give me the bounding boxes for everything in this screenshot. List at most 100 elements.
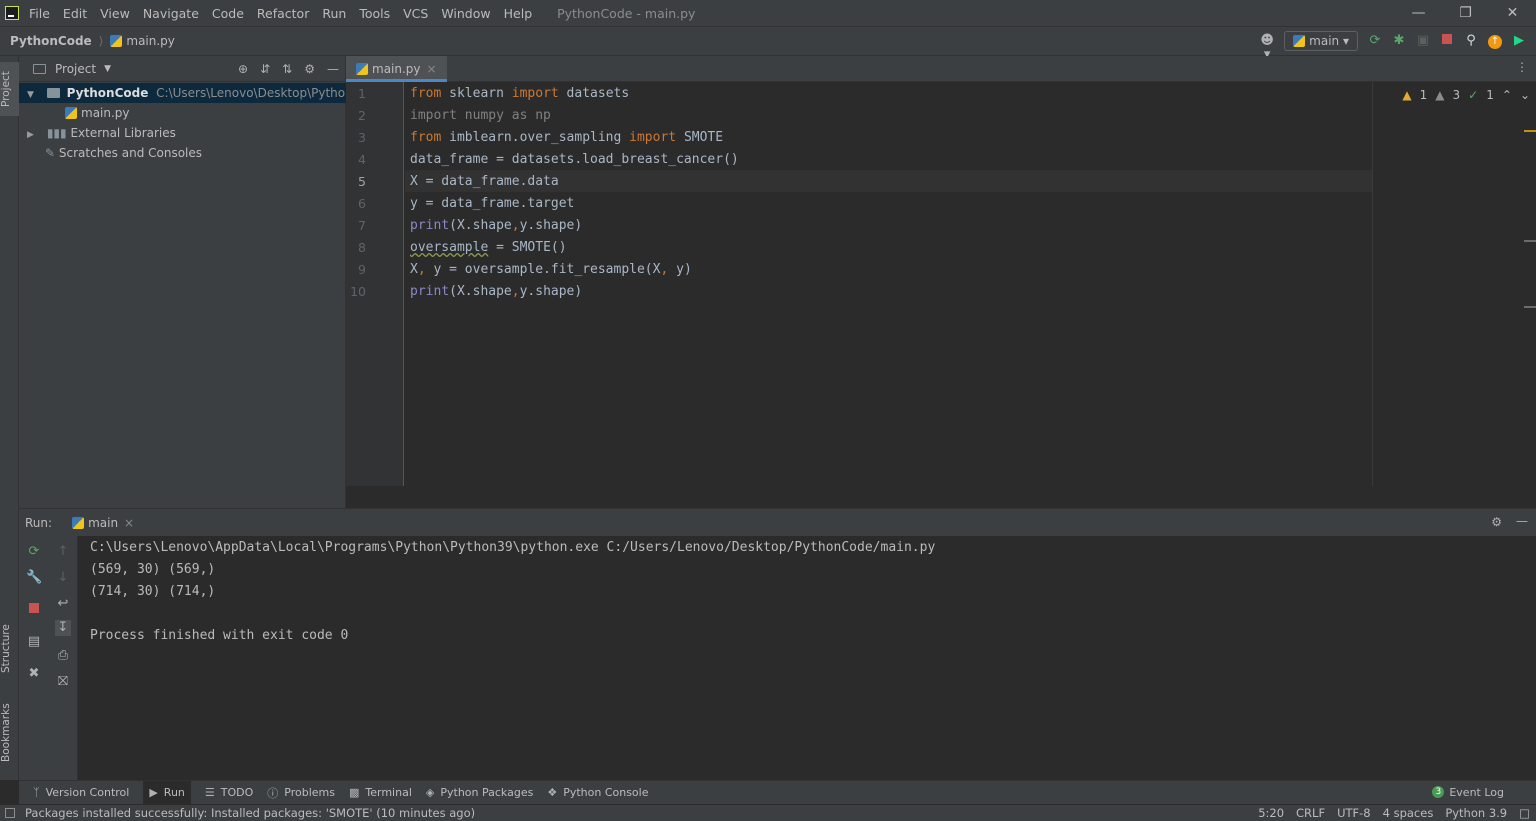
pin-icon[interactable]: ✖ <box>26 666 42 682</box>
weak-warning-marker[interactable] <box>1524 306 1536 308</box>
code-line: print(X.shape,y.shape) <box>410 215 582 237</box>
run-console[interactable]: C:\Users\Lenovo\AppData\Local\Programs\P… <box>78 536 1536 780</box>
locate-icon[interactable]: ⊕ <box>238 62 248 76</box>
tree-item-external-libraries[interactable]: ▶ ▮▮▮ External Libraries <box>19 123 346 143</box>
menu-window[interactable]: Window <box>441 6 490 21</box>
project-tool-tab[interactable]: Project <box>0 62 19 116</box>
code-token: X <box>410 262 418 277</box>
rerun-icon[interactable]: ⟳ <box>1368 34 1382 48</box>
stop-icon[interactable] <box>1440 34 1454 48</box>
typo-check-icon: ✓ <box>1468 88 1479 102</box>
warning-marker[interactable] <box>1524 130 1536 132</box>
line-number: 2 <box>358 108 366 123</box>
tree-item-scratches[interactable]: ✎ Scratches and Consoles <box>19 143 346 163</box>
python-interpreter[interactable]: Python 3.9 <box>1445 805 1507 821</box>
layout-icon[interactable]: ▤ <box>26 634 42 650</box>
menu-refactor[interactable]: Refactor <box>257 6 309 21</box>
code-token: datasets <box>558 86 630 101</box>
run-tab-main[interactable]: main × <box>72 516 134 530</box>
menu-help[interactable]: Help <box>504 6 533 21</box>
menu-navigate[interactable]: Navigate <box>143 6 199 21</box>
gear-icon[interactable]: ⚙ <box>304 62 315 76</box>
hide-icon[interactable]: — <box>327 62 339 76</box>
tab-main-py[interactable]: main.py × <box>346 56 447 82</box>
breadcrumb-project[interactable]: PythonCode <box>10 34 92 48</box>
info-icon: ⓘ <box>267 786 279 800</box>
menu-view[interactable]: View <box>100 6 130 21</box>
weak-warning-marker[interactable] <box>1524 240 1536 242</box>
run-config-select[interactable]: main ▾ <box>1284 31 1358 51</box>
coverage-icon[interactable]: ▣ <box>1416 34 1430 48</box>
tool-todo[interactable]: ☰ TODO <box>205 786 253 799</box>
project-view-icon <box>33 63 46 74</box>
chevron-right-icon[interactable]: ▶ <box>27 125 37 145</box>
run-panel-label: Run: <box>25 515 53 530</box>
caret-position[interactable]: 5:20 <box>1258 805 1284 821</box>
previous-highlight-icon[interactable]: ⌃ <box>1502 88 1512 102</box>
tool-terminal[interactable]: ▩ Terminal <box>349 786 412 799</box>
gear-icon[interactable]: ⚙ <box>1491 515 1502 529</box>
python-console-icon: ❖ <box>547 786 558 799</box>
weak-warning-icon: ▲ <box>1435 88 1445 102</box>
file-encoding[interactable]: UTF-8 <box>1337 805 1371 821</box>
console-line: (714, 30) (714,) <box>90 584 216 599</box>
collapse-all-icon[interactable]: ⇅ <box>282 62 292 76</box>
tool-label: Version Control <box>45 786 130 799</box>
restore-icon[interactable]: ❐ <box>1442 0 1489 26</box>
status-message[interactable]: Packages installed successfully: Install… <box>25 805 475 821</box>
trash-icon[interactable]: ⛝ <box>55 674 71 690</box>
wrench-icon[interactable]: 🔧 <box>26 570 42 586</box>
menu-run[interactable]: Run <box>322 6 346 21</box>
project-view-select[interactable]: Project <box>55 62 96 76</box>
down-arrow-icon[interactable]: ↓ <box>55 570 71 586</box>
tool-version-control[interactable]: ᛉ Version Control <box>33 786 129 799</box>
tool-python-console[interactable]: ❖ Python Console <box>547 786 648 799</box>
tool-python-packages[interactable]: ◈ Python Packages <box>426 786 533 799</box>
tool-run[interactable]: ▶ Run <box>143 780 191 805</box>
debug-icon[interactable]: ✱ <box>1392 34 1406 48</box>
structure-tool-tab[interactable]: Structure <box>0 616 19 682</box>
stop-icon[interactable] <box>26 602 42 618</box>
more-icon[interactable]: ⋮ <box>1516 60 1528 74</box>
user-icon[interactable]: ☻▾ <box>1260 34 1274 62</box>
python-icon <box>1293 35 1306 47</box>
search-icon[interactable]: ⚲ <box>1464 34 1478 48</box>
print-icon[interactable]: ⎙ <box>55 648 71 664</box>
expand-all-icon[interactable]: ⇵ <box>260 62 270 76</box>
code-editor[interactable]: from sklearn import datasets import numpy… <box>405 82 1372 486</box>
minimize-icon[interactable]: — <box>1395 0 1442 26</box>
soft-wrap-icon[interactable]: ↩ <box>55 596 71 612</box>
tool-label: Python Console <box>563 786 649 799</box>
bookmarks-tool-tab[interactable]: Bookmarks <box>0 696 19 770</box>
up-arrow-icon[interactable]: ↑ <box>55 544 71 560</box>
toggle-tool-windows-icon[interactable] <box>5 808 15 818</box>
scroll-to-end-icon[interactable]: ↧ <box>55 620 71 636</box>
tree-item-main-py[interactable]: main.py <box>19 103 346 123</box>
menu-file[interactable]: File <box>29 6 50 21</box>
update-icon[interactable]: ↑ <box>1488 34 1502 49</box>
menu-code[interactable]: Code <box>212 6 244 21</box>
tool-problems[interactable]: ⓘ Problems <box>267 785 335 801</box>
next-highlight-icon[interactable]: ⌄ <box>1520 88 1530 102</box>
inspection-widget[interactable]: ▲ 1 ▲ 3 ✓ 1 ⌃ ⌄ <box>1402 88 1530 102</box>
menu-vcs[interactable]: VCS <box>403 6 428 21</box>
breadcrumb-file[interactable]: main.py <box>110 34 175 48</box>
tree-item-project-root[interactable]: ▼ PythonCode C:\Users\Lenovo\Desktop\Pyt… <box>19 83 383 105</box>
line-separator[interactable]: CRLF <box>1296 805 1325 821</box>
event-log-button[interactable]: 3 Event Log <box>1432 780 1504 804</box>
code-line: import numpy as np <box>410 105 551 127</box>
menu-edit[interactable]: Edit <box>63 6 87 21</box>
run-config-label: main <box>1309 34 1340 48</box>
jetbrains-icon[interactable]: ▶ <box>1512 34 1526 48</box>
indent-setting[interactable]: 4 spaces <box>1383 805 1434 821</box>
code-line: from imblearn.over_sampling import SMOTE <box>410 127 723 149</box>
close-icon[interactable]: ✕ <box>1489 0 1536 26</box>
close-tab-icon[interactable]: × <box>427 62 437 76</box>
chevron-down-icon[interactable]: ▼ <box>104 64 111 74</box>
chevron-down-icon[interactable]: ▼ <box>27 85 37 105</box>
close-tab-icon[interactable]: × <box>124 516 134 530</box>
rerun-icon[interactable]: ⟳ <box>26 544 42 560</box>
lock-icon[interactable]: □ <box>1519 805 1530 821</box>
menu-tools[interactable]: Tools <box>359 6 390 21</box>
hide-icon[interactable]: — <box>1516 514 1528 528</box>
